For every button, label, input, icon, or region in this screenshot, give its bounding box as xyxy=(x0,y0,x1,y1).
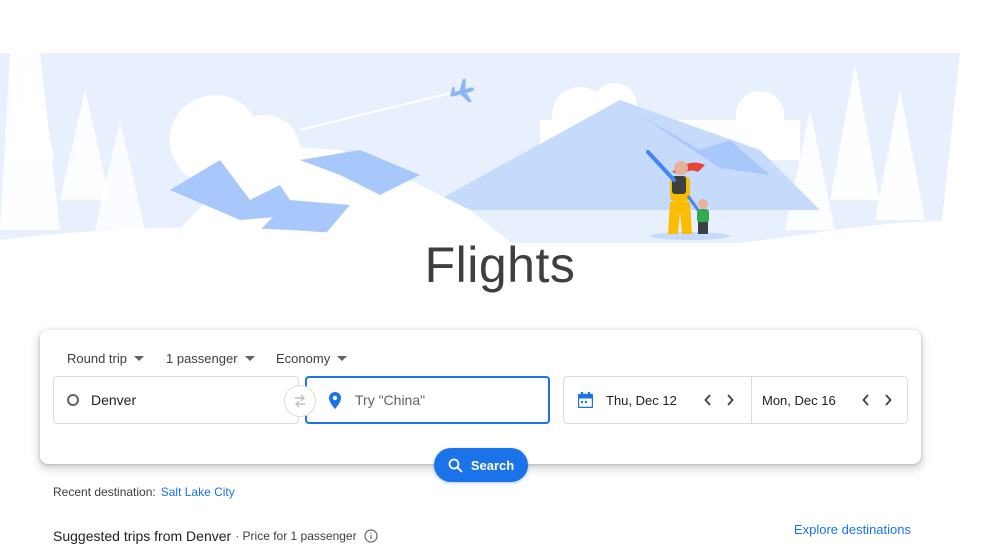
search-icon xyxy=(448,458,463,473)
return-date-value: Mon, Dec 16 xyxy=(762,392,836,408)
departure-date-field[interactable]: Thu, Dec 12 xyxy=(564,377,750,423)
info-icon[interactable] xyxy=(363,529,378,543)
flight-search-card: Round trip 1 passenger Economy Denver Tr… xyxy=(40,330,921,464)
cabin-class-dropdown[interactable]: Economy xyxy=(276,348,348,368)
recent-destination: Recent destination: Salt Lake City xyxy=(53,485,235,499)
caret-down-icon xyxy=(133,355,144,361)
origin-field[interactable]: Denver xyxy=(53,376,299,424)
return-date-field[interactable]: Mon, Dec 16 xyxy=(751,377,908,423)
departure-date-value: Thu, Dec 12 xyxy=(606,392,677,408)
caret-down-icon xyxy=(244,355,255,361)
trip-type-dropdown[interactable]: Round trip xyxy=(67,348,144,368)
recent-destination-link[interactable]: Salt Lake City xyxy=(161,485,235,499)
page-title: Flights xyxy=(424,237,576,293)
explore-destinations-link[interactable]: Explore destinations xyxy=(794,522,911,537)
swap-arrows-icon xyxy=(295,394,305,408)
origin-circle-icon xyxy=(67,394,79,406)
swap-button[interactable] xyxy=(284,385,316,417)
chevron-left-icon[interactable] xyxy=(858,392,874,408)
destination-input[interactable] xyxy=(355,392,525,408)
origin-value: Denver xyxy=(91,392,137,408)
suggested-trips-subtitle: · Price for 1 passenger xyxy=(235,529,357,543)
cabin-class-label: Economy xyxy=(276,350,331,366)
suggested-trips-title: Suggested trips from Denver xyxy=(53,528,232,544)
caret-down-icon xyxy=(337,355,348,361)
recent-destination-label: Recent destination: xyxy=(53,485,156,499)
destination-field[interactable] xyxy=(305,376,550,424)
passengers-dropdown[interactable]: 1 passenger xyxy=(166,348,255,368)
chevron-left-icon[interactable] xyxy=(700,392,716,408)
calendar-icon xyxy=(578,392,593,408)
location-pin-icon xyxy=(329,391,341,409)
chevron-right-icon[interactable] xyxy=(880,392,896,408)
search-button-label: Search xyxy=(470,457,515,473)
suggested-trips-heading: Suggested trips from Denver · Price for … xyxy=(53,528,378,544)
trip-type-label: Round trip xyxy=(67,350,127,366)
passengers-label: 1 passenger xyxy=(166,350,238,366)
date-range-field: Thu, Dec 12 Mon, Dec 16 xyxy=(563,376,908,424)
chevron-right-icon[interactable] xyxy=(722,392,738,408)
search-button[interactable]: Search xyxy=(434,448,528,482)
